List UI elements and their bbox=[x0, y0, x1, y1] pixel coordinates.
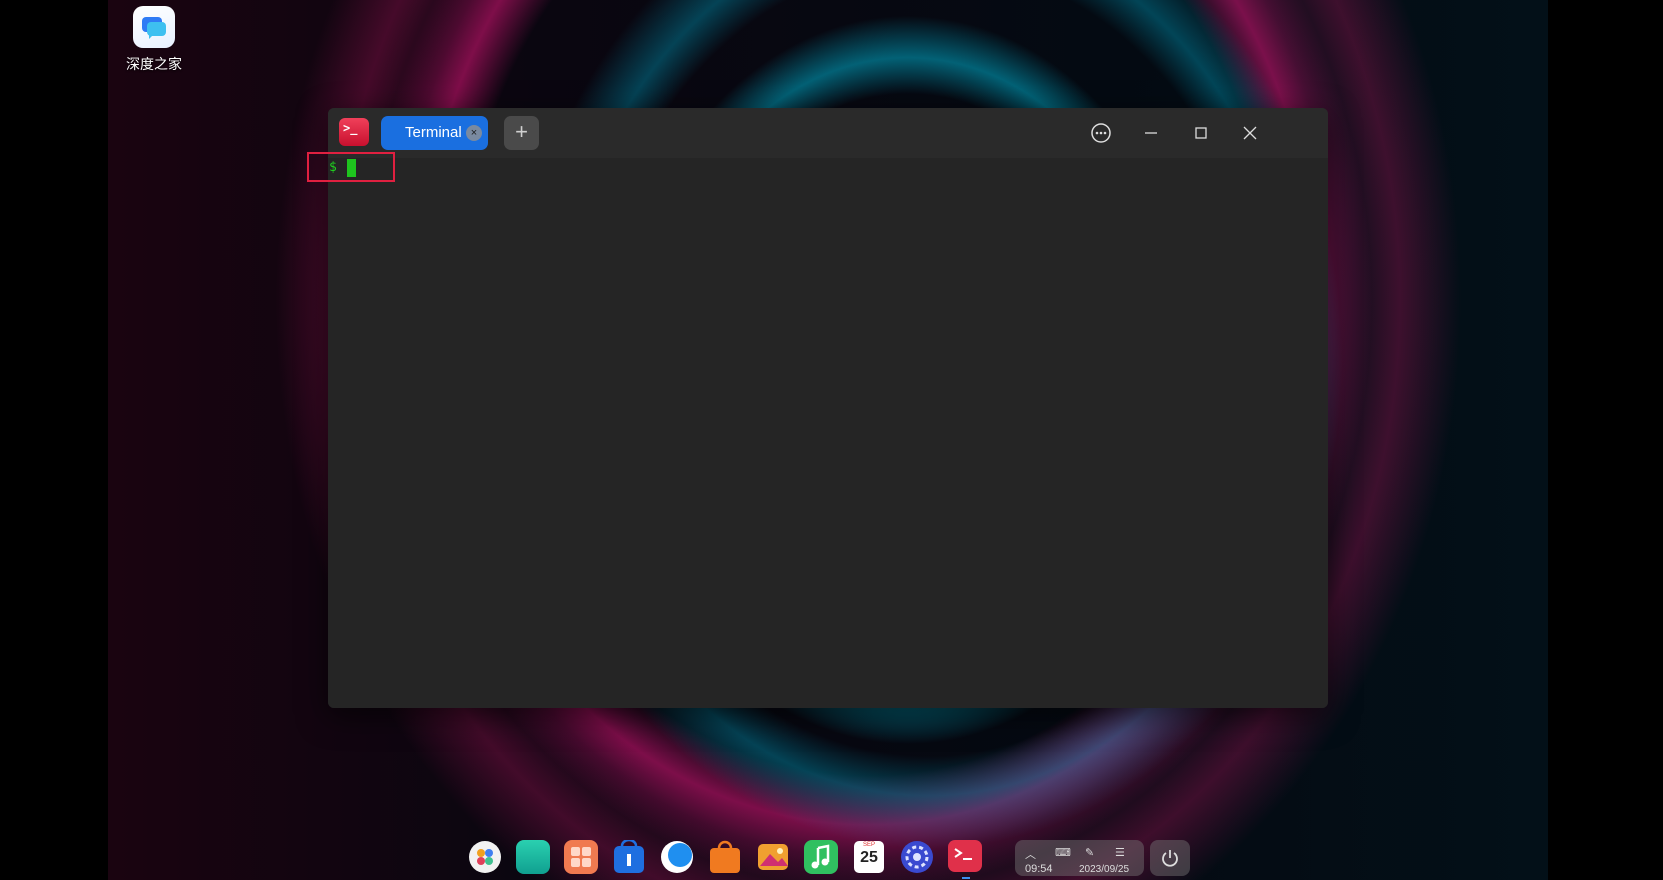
app-grid-icon[interactable] bbox=[560, 837, 602, 877]
minimize-icon[interactable] bbox=[1138, 120, 1164, 146]
tab-terminal[interactable]: Terminal × bbox=[381, 116, 488, 150]
calendar-month: SEP bbox=[862, 842, 875, 848]
music-icon[interactable] bbox=[800, 837, 842, 877]
clock-date[interactable]: 2023/09/25 bbox=[1079, 864, 1129, 875]
close-icon[interactable] bbox=[1237, 120, 1263, 146]
pen-icon[interactable]: ✎ bbox=[1085, 846, 1094, 859]
calendar-icon[interactable]: SEP 25 bbox=[848, 837, 890, 877]
terminal-app-icon: >_ bbox=[339, 118, 369, 146]
prompt-symbol: $ bbox=[329, 160, 337, 175]
keyboard-icon[interactable]: ⌨ bbox=[1055, 846, 1071, 859]
prompt-highlight: $ bbox=[307, 152, 395, 182]
terminal-icon[interactable] bbox=[944, 837, 986, 879]
text-cursor bbox=[347, 159, 356, 177]
tab-close-icon[interactable]: × bbox=[466, 125, 482, 141]
title-bar[interactable]: >_ Terminal × + bbox=[328, 108, 1328, 158]
power-icon bbox=[1162, 850, 1178, 867]
desktop-icon-label: 深度之家 bbox=[126, 56, 182, 72]
browser-icon[interactable] bbox=[656, 837, 698, 877]
control-center-icon[interactable]: ☰ bbox=[1115, 846, 1125, 859]
power-button[interactable] bbox=[1150, 840, 1190, 876]
more-options-icon[interactable] bbox=[1088, 120, 1114, 146]
chevron-up-icon[interactable]: ︿ bbox=[1025, 846, 1036, 862]
launcher-icon[interactable] bbox=[464, 837, 506, 877]
calendar-day: 25 bbox=[860, 849, 878, 866]
desktop-icon-deepin-home[interactable]: 深度之家 bbox=[116, 6, 192, 74]
maximize-icon[interactable] bbox=[1188, 120, 1214, 146]
dock: SEP 25 bbox=[464, 837, 986, 879]
photos-icon[interactable] bbox=[752, 837, 794, 877]
clock-time[interactable]: 09:54 bbox=[1025, 863, 1053, 875]
app-store-icon[interactable] bbox=[608, 837, 650, 877]
system-tray: ︿ ⌨ ✎ ☰ 09:54 2023/09/25 bbox=[1015, 840, 1144, 876]
active-indicator bbox=[962, 877, 970, 879]
file-manager-icon[interactable] bbox=[512, 837, 554, 877]
store-bag-icon[interactable] bbox=[704, 837, 746, 877]
new-tab-button[interactable]: + bbox=[504, 116, 539, 150]
terminal-window: >_ Terminal × + bbox=[328, 108, 1328, 708]
settings-icon[interactable] bbox=[896, 837, 938, 877]
deepin-home-icon bbox=[133, 6, 175, 48]
tab-label: Terminal bbox=[405, 124, 462, 141]
terminal-output-area[interactable] bbox=[328, 158, 1328, 708]
